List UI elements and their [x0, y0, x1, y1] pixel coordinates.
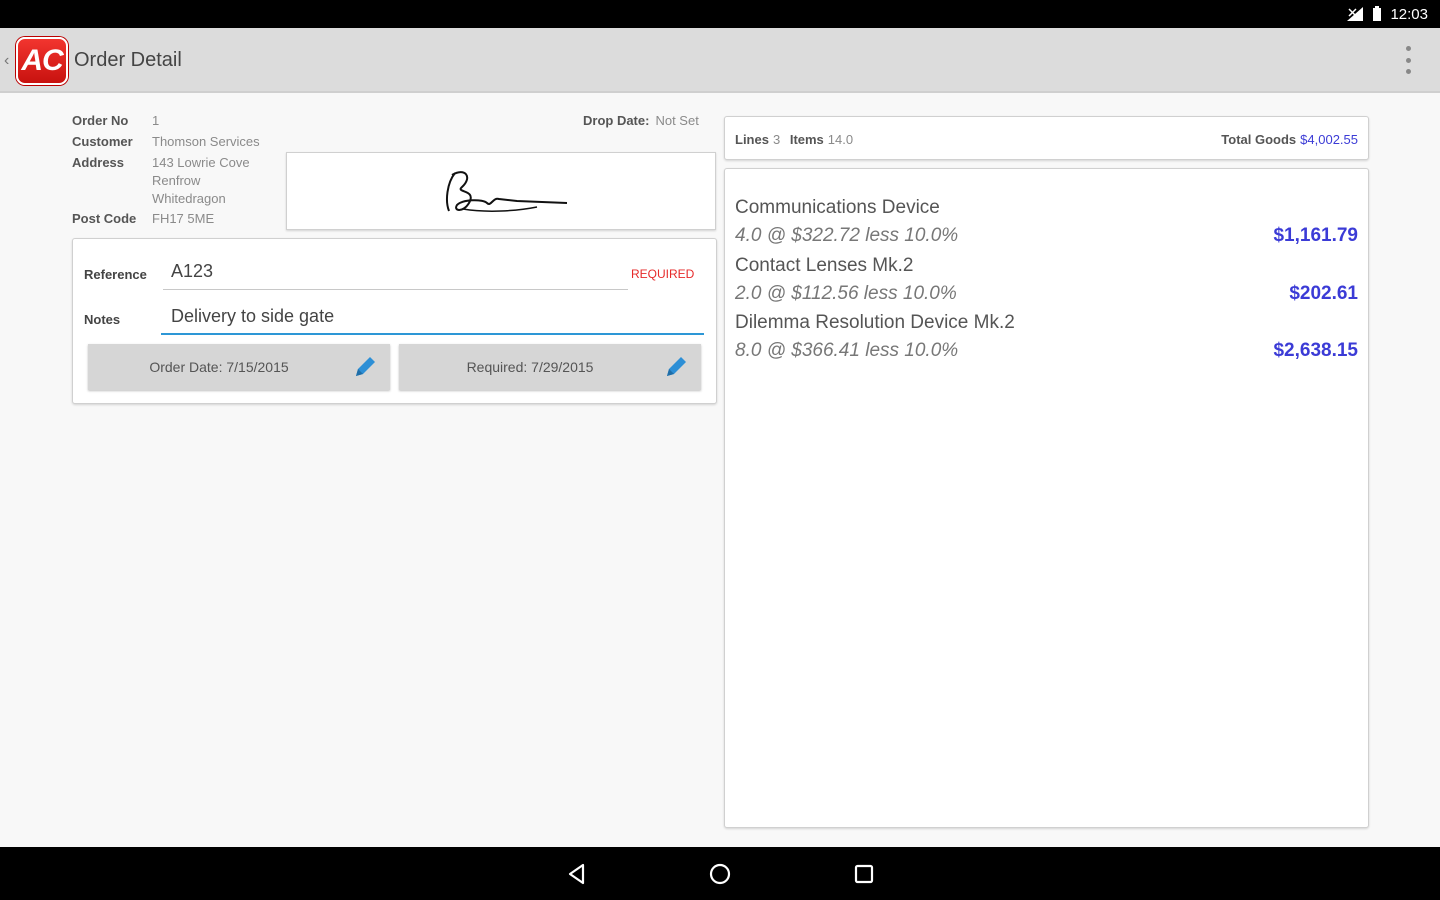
app-logo[interactable]: AC — [16, 37, 68, 85]
address-line: 143 Lowrie Cove — [152, 155, 250, 170]
item-name: Dilemma Resolution Device Mk.2 — [735, 312, 1015, 333]
signature-image — [446, 171, 568, 212]
order-no-label: Order No — [72, 113, 129, 128]
notes-label: Notes — [84, 312, 121, 327]
item-price: $1,161.79 — [1273, 225, 1358, 246]
required-date-button[interactable]: Required: 7/29/2015 — [399, 344, 701, 390]
customer-label: Customer — [72, 134, 133, 149]
list-item[interactable]: Dilemma Resolution Device Mk.2 8.0 @ $36… — [735, 312, 1358, 370]
address-label: Address — [72, 155, 125, 170]
signal-icon — [1347, 7, 1364, 21]
customer-name: Thomson Services — [152, 134, 260, 149]
reference-label: Reference — [84, 267, 147, 282]
order-date-button[interactable]: Order Date: 7/15/2015 — [88, 344, 390, 390]
post-code-label: Post Code — [72, 211, 137, 226]
total-goods-label: Total Goods — [1221, 132, 1297, 147]
pencil-icon — [356, 357, 375, 376]
page-title: Order Detail — [74, 49, 182, 71]
post-code: FH17 5ME — [152, 211, 215, 226]
app-bar: ‹ AC Order Detail — [0, 28, 1440, 93]
triangle-back-icon[interactable] — [564, 861, 590, 887]
total-goods-value: $4,002.55 — [1300, 132, 1358, 147]
reference-underline — [163, 289, 628, 290]
order-date-label: Order Date: 7/15/2015 — [149, 359, 289, 375]
line-items-list: Communications Device 4.0 @ $322.72 less… — [724, 168, 1369, 828]
chevron-left-icon[interactable]: ‹ — [4, 52, 9, 70]
status-bar: 12:03 — [0, 0, 1440, 28]
item-detail: 8.0 @ $366.41 less 10.0% — [735, 340, 959, 361]
item-detail: 4.0 @ $322.72 less 10.0% — [735, 225, 959, 246]
items-count: 14.0 — [827, 132, 854, 147]
item-detail: 2.0 @ $112.56 less 10.0% — [735, 283, 957, 304]
order-form-card: Reference REQUIRED Notes Order Date: 7/1… — [72, 238, 717, 404]
order-no: 1 — [152, 113, 160, 128]
more-vert-icon[interactable] — [1406, 46, 1412, 74]
items-label: Items — [789, 132, 824, 147]
lines-count: 3 — [772, 132, 781, 147]
reference-input[interactable] — [171, 261, 621, 282]
item-name: Contact Lenses Mk.2 — [735, 255, 914, 276]
signature-box[interactable] — [286, 152, 716, 230]
circle-home-icon[interactable] — [707, 861, 733, 887]
drop-date-label: Drop Date: — [583, 113, 650, 128]
address-line: Renfrow — [152, 173, 201, 188]
notes-input[interactable] — [171, 306, 701, 327]
list-item[interactable]: Communications Device 4.0 @ $322.72 less… — [735, 197, 1358, 255]
address-line: Whitedragon — [152, 191, 226, 206]
square-recents-icon[interactable] — [851, 861, 877, 887]
list-item[interactable]: Contact Lenses Mk.2 2.0 @ $112.56 less 1… — [735, 255, 1358, 313]
required-badge: REQUIRED — [631, 267, 695, 281]
item-price: $2,638.15 — [1273, 340, 1358, 361]
system-nav-bar — [0, 847, 1440, 900]
status-time: 12:03 — [1390, 5, 1428, 23]
required-date-label: Required: 7/29/2015 — [466, 359, 594, 375]
pencil-icon — [667, 357, 686, 376]
item-name: Communications Device — [735, 197, 940, 218]
drop-date[interactable]: Drop Date: Not Set — [583, 113, 699, 128]
order-info: Order No 1 Customer Thomson Services Addre… — [72, 112, 260, 228]
lines-label: Lines — [735, 132, 769, 147]
notes-underline — [161, 333, 704, 335]
drop-date-value: Not Set — [655, 113, 699, 128]
battery-icon — [1373, 6, 1382, 21]
item-price: $202.61 — [1289, 283, 1358, 304]
totals-card: Lines 3 Items 14.0 Total Goods $4,002.55 — [724, 116, 1369, 160]
